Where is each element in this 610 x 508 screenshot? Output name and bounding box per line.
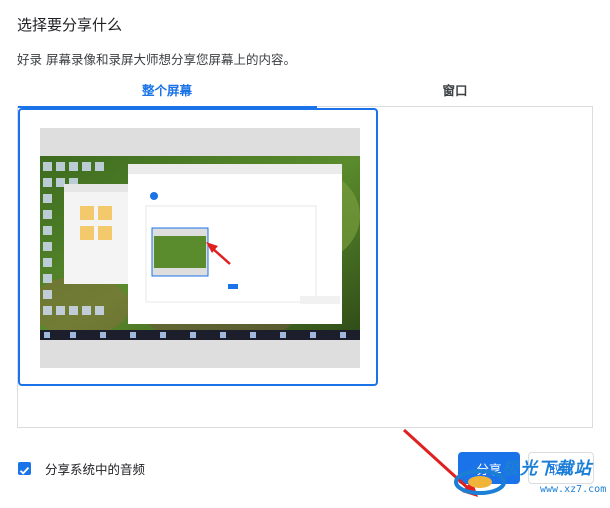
dialog-title: 选择要分享什么: [17, 16, 123, 34]
share-audio-checkbox[interactable]: [18, 462, 31, 475]
screen-source-tile[interactable]: [18, 108, 378, 386]
desktop-preview-image: [40, 156, 360, 340]
dialog-subtitle: 好录 屏幕录像和录屏大师想分享您屏幕上的内容。: [17, 52, 296, 67]
screen-thumbnail: [40, 128, 360, 368]
source-tabs: 整个屏幕 窗口: [17, 78, 593, 108]
tab-window[interactable]: 窗口: [317, 78, 593, 106]
watermark-text: 极光下载站: [502, 459, 592, 479]
tab-entire-screen[interactable]: 整个屏幕: [17, 78, 317, 108]
checkmark-icon: [19, 466, 30, 475]
share-audio-label: 分享系统中的音频: [45, 462, 146, 477]
share-dialog: 选择要分享什么 好录 屏幕录像和录屏大师想分享您屏幕上的内容。 整个屏幕 窗口: [0, 0, 610, 504]
watermark-url: www.xz7.com: [540, 484, 607, 495]
